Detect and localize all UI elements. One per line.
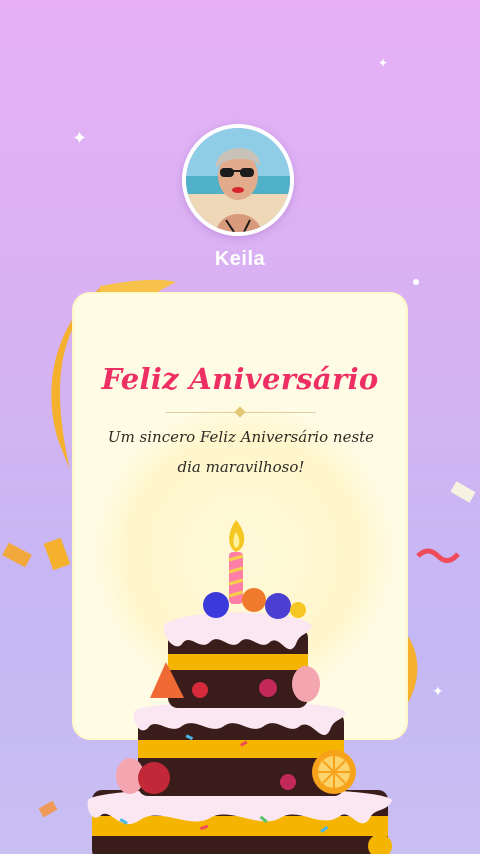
cake-icon <box>87 520 392 854</box>
